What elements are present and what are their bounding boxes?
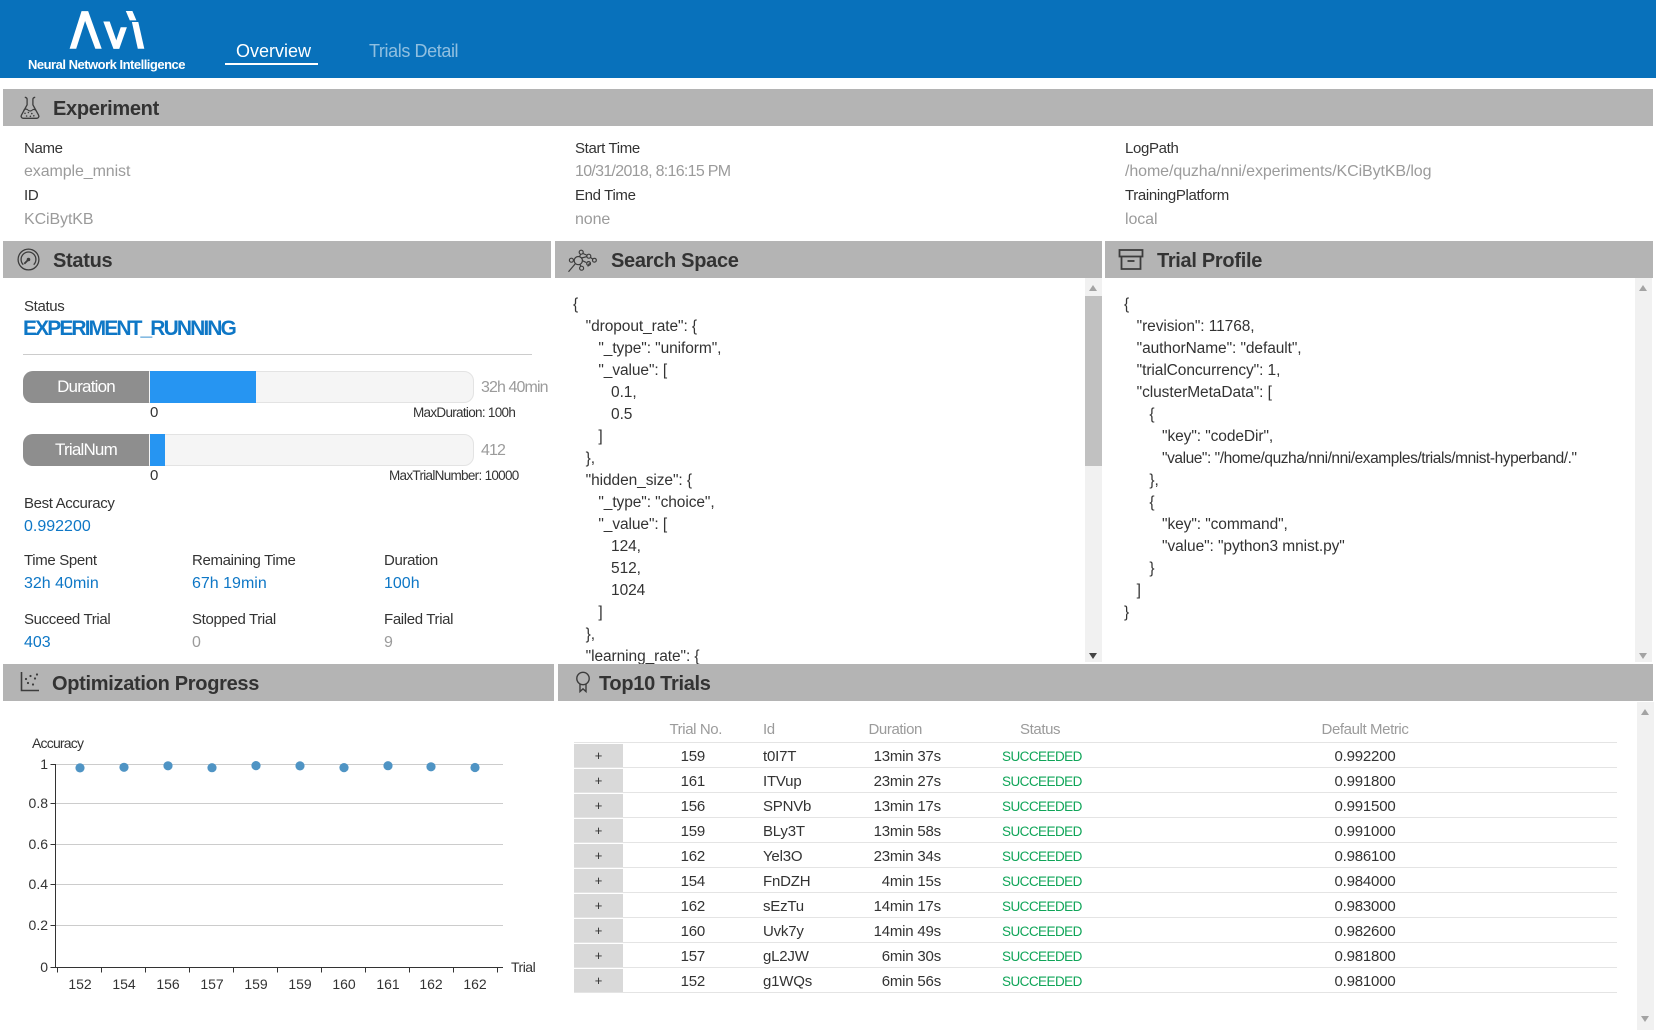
svg-text:160: 160: [332, 976, 356, 992]
svg-text:162: 162: [463, 976, 487, 992]
svg-text:159: 159: [244, 976, 268, 992]
svg-text:157: 157: [200, 976, 224, 992]
svg-text:0.8: 0.8: [29, 795, 49, 811]
svg-text:159: 159: [288, 976, 312, 992]
svg-text:162: 162: [419, 976, 443, 992]
svg-text:156: 156: [156, 976, 180, 992]
svg-text:0.6: 0.6: [29, 836, 49, 852]
svg-text:161: 161: [376, 976, 400, 992]
svg-text:1: 1: [40, 756, 48, 772]
svg-text:154: 154: [112, 976, 136, 992]
svg-text:0.4: 0.4: [29, 876, 49, 892]
svg-text:152: 152: [68, 976, 92, 992]
svg-text:0.2: 0.2: [29, 917, 49, 933]
svg-text:0: 0: [40, 959, 48, 975]
